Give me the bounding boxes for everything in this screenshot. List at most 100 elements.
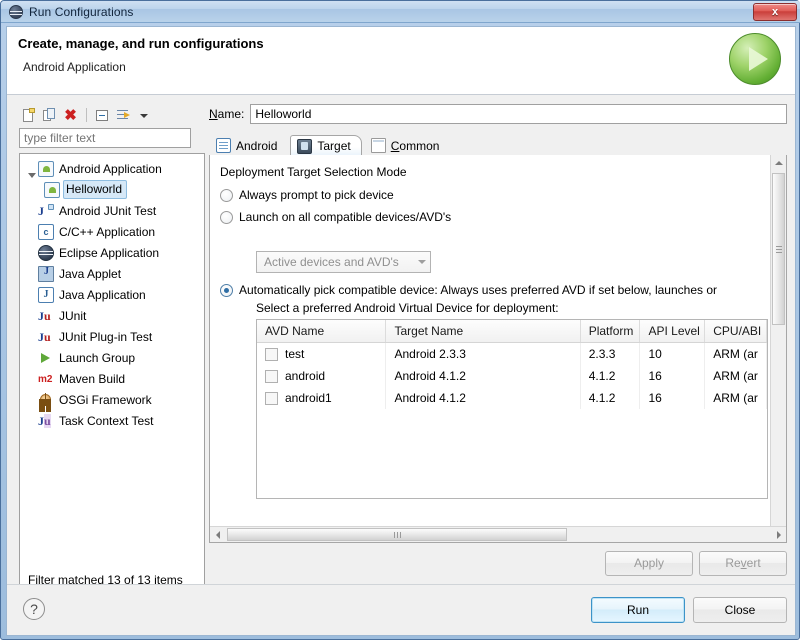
tree-item-label: Android JUnit Test (59, 203, 157, 218)
junit-plugin-icon: Ju (38, 329, 51, 344)
device-selection-combo[interactable]: Active devices and AVD's (256, 251, 431, 273)
cell-avd-name[interactable]: test (257, 343, 387, 365)
tab-label: Target (317, 139, 351, 153)
tree-list: Android Application Helloworld J Android… (20, 158, 204, 431)
configuration-editor: Name: Android Target Common Deploym (209, 103, 787, 596)
radio-label: Always prompt to pick device (239, 188, 394, 202)
scroll-up-arrow-icon[interactable] (771, 155, 786, 171)
dialog-header: Create, manage, and run configurations A… (7, 27, 795, 95)
avd-table-header: AVD Name Target Name Platform API Level … (257, 320, 767, 343)
tab-label: Android (236, 138, 278, 153)
cell-target-name: Android 4.1.2 (386, 365, 581, 387)
column-header-target-name[interactable]: Target Name (386, 320, 581, 342)
tree-item-label: Eclipse Application (59, 245, 160, 260)
java-application-icon: J (38, 286, 54, 303)
apply-revert-row: Apply Revert (209, 551, 787, 577)
column-header-avd-name[interactable]: AVD Name (257, 320, 387, 342)
radio-auto-pick-compatible[interactable]: Automatically pick compatible device: Al… (220, 283, 717, 297)
cell-cpu-abi: ARM (ar (705, 365, 767, 387)
column-header-api-level[interactable]: API Level (640, 320, 706, 342)
tree-item-label: Launch Group (59, 350, 136, 365)
tree-item-helloworld[interactable]: Helloworld (20, 179, 204, 200)
radio-button-icon[interactable] (220, 211, 233, 224)
name-row: Name: (209, 103, 787, 125)
table-row[interactable]: android1 Android 4.1.2 4.1.2 16 ARM (ar (257, 387, 767, 409)
tree-item-android-application[interactable]: Android Application (20, 158, 204, 179)
tree-item-junit-plugin-test[interactable]: Ju JUnit Plug-in Test (20, 326, 204, 347)
horizontal-scroll-thumb[interactable] (227, 528, 567, 541)
tree-item-label: JUnit Plug-in Test (59, 329, 153, 344)
window-titlebar: Run Configurations x (1, 1, 800, 23)
cell-avd-name[interactable]: android (257, 365, 387, 387)
tree-item-java-application[interactable]: J Java Application (20, 284, 204, 305)
toolbar-divider (86, 108, 87, 122)
filter-icon[interactable] (115, 107, 132, 124)
tree-item-maven-build[interactable]: m2 Maven Build (20, 368, 204, 389)
configurations-tree[interactable]: Android Application Helloworld J Android… (19, 153, 205, 594)
avd-table[interactable]: AVD Name Target Name Platform API Level … (256, 319, 768, 499)
row-checkbox[interactable] (265, 391, 278, 405)
row-checkbox[interactable] (265, 369, 278, 383)
tab-label: Common (390, 138, 440, 153)
duplicate-icon[interactable] (41, 107, 58, 124)
tab-android[interactable]: Android (209, 134, 288, 156)
pane-horizontal-scrollbar[interactable] (210, 526, 786, 542)
help-icon[interactable]: ? (23, 598, 45, 620)
radio-always-prompt[interactable]: Always prompt to pick device (220, 188, 394, 202)
column-header-platform[interactable]: Platform (581, 320, 641, 342)
cell-api-level: 16 (640, 365, 706, 387)
tab-common[interactable]: Common (364, 134, 451, 156)
cell-api-level: 16 (640, 387, 706, 409)
radio-button-icon[interactable] (220, 284, 233, 297)
chevron-down-icon[interactable] (418, 260, 426, 264)
window-close-button[interactable]: x (753, 3, 797, 21)
android-icon (44, 181, 60, 198)
radio-launch-all-compatible[interactable]: Launch on all compatible devices/AVD's (220, 210, 451, 224)
tree-item-junit[interactable]: Ju JUnit (20, 305, 204, 326)
delete-icon[interactable]: ✖ (62, 107, 79, 124)
tree-toolbar: ✖ (17, 103, 205, 127)
junit-icon: Ju (38, 308, 51, 323)
cell-api-level: 10 (640, 343, 706, 365)
tree-item-launch-group[interactable]: Launch Group (20, 347, 204, 368)
name-label: Name: (209, 107, 245, 121)
filter-input[interactable] (19, 128, 191, 148)
radio-button-icon[interactable] (220, 189, 233, 202)
tab-target[interactable]: Target (290, 135, 362, 157)
tree-item-eclipse-application[interactable]: Eclipse Application (20, 242, 204, 263)
scroll-left-arrow-icon[interactable] (210, 527, 226, 542)
table-row[interactable]: test Android 2.3.3 2.3.3 10 ARM (ar (257, 343, 767, 365)
revert-button[interactable]: Revert (699, 551, 787, 576)
cell-text: android1 (285, 391, 332, 405)
tree-item-label: OSGi Framework (59, 392, 152, 407)
editor-tabs: Android Target Common (209, 133, 787, 157)
android-icon (38, 160, 54, 177)
apply-button[interactable]: Apply (605, 551, 693, 576)
scroll-right-arrow-icon[interactable] (771, 527, 786, 542)
vertical-scroll-thumb[interactable] (772, 173, 785, 325)
new-launch-configuration-icon[interactable] (20, 107, 37, 124)
window-title: Run Configurations (29, 4, 134, 19)
tree-item-java-applet[interactable]: Java Applet (20, 263, 204, 284)
java-applet-icon (38, 265, 54, 282)
column-header-cpu-abi[interactable]: CPU/ABI (705, 320, 767, 342)
collapse-all-icon[interactable] (94, 107, 111, 124)
tree-item-osgi-framework[interactable]: OSGi Framework (20, 389, 204, 410)
cell-text: android (285, 369, 326, 383)
tree-item-label: Task Context Test (59, 413, 154, 428)
configuration-name-input[interactable] (250, 104, 787, 124)
close-button[interactable]: Close (693, 597, 787, 623)
target-tab-pane: Deployment Target Selection Mode Always … (209, 155, 787, 543)
view-menu-chevron-icon[interactable] (136, 107, 153, 124)
tree-item-android-junit-test[interactable]: J Android JUnit Test (20, 200, 204, 221)
tree-item-task-context-test[interactable]: Ju Task Context Test (20, 410, 204, 431)
revert-label: Revert (725, 556, 761, 570)
run-button[interactable]: Run (591, 597, 685, 623)
table-row[interactable]: android Android 4.1.2 4.1.2 16 ARM (ar (257, 365, 767, 387)
row-checkbox[interactable] (265, 347, 278, 361)
cell-avd-name[interactable]: android1 (257, 387, 387, 409)
cell-platform: 4.1.2 (581, 365, 641, 387)
tree-item-label: Android Application (59, 161, 162, 176)
tree-item-cpp-application[interactable]: c C/C++ Application (20, 221, 204, 242)
pane-vertical-scrollbar[interactable] (770, 155, 786, 541)
